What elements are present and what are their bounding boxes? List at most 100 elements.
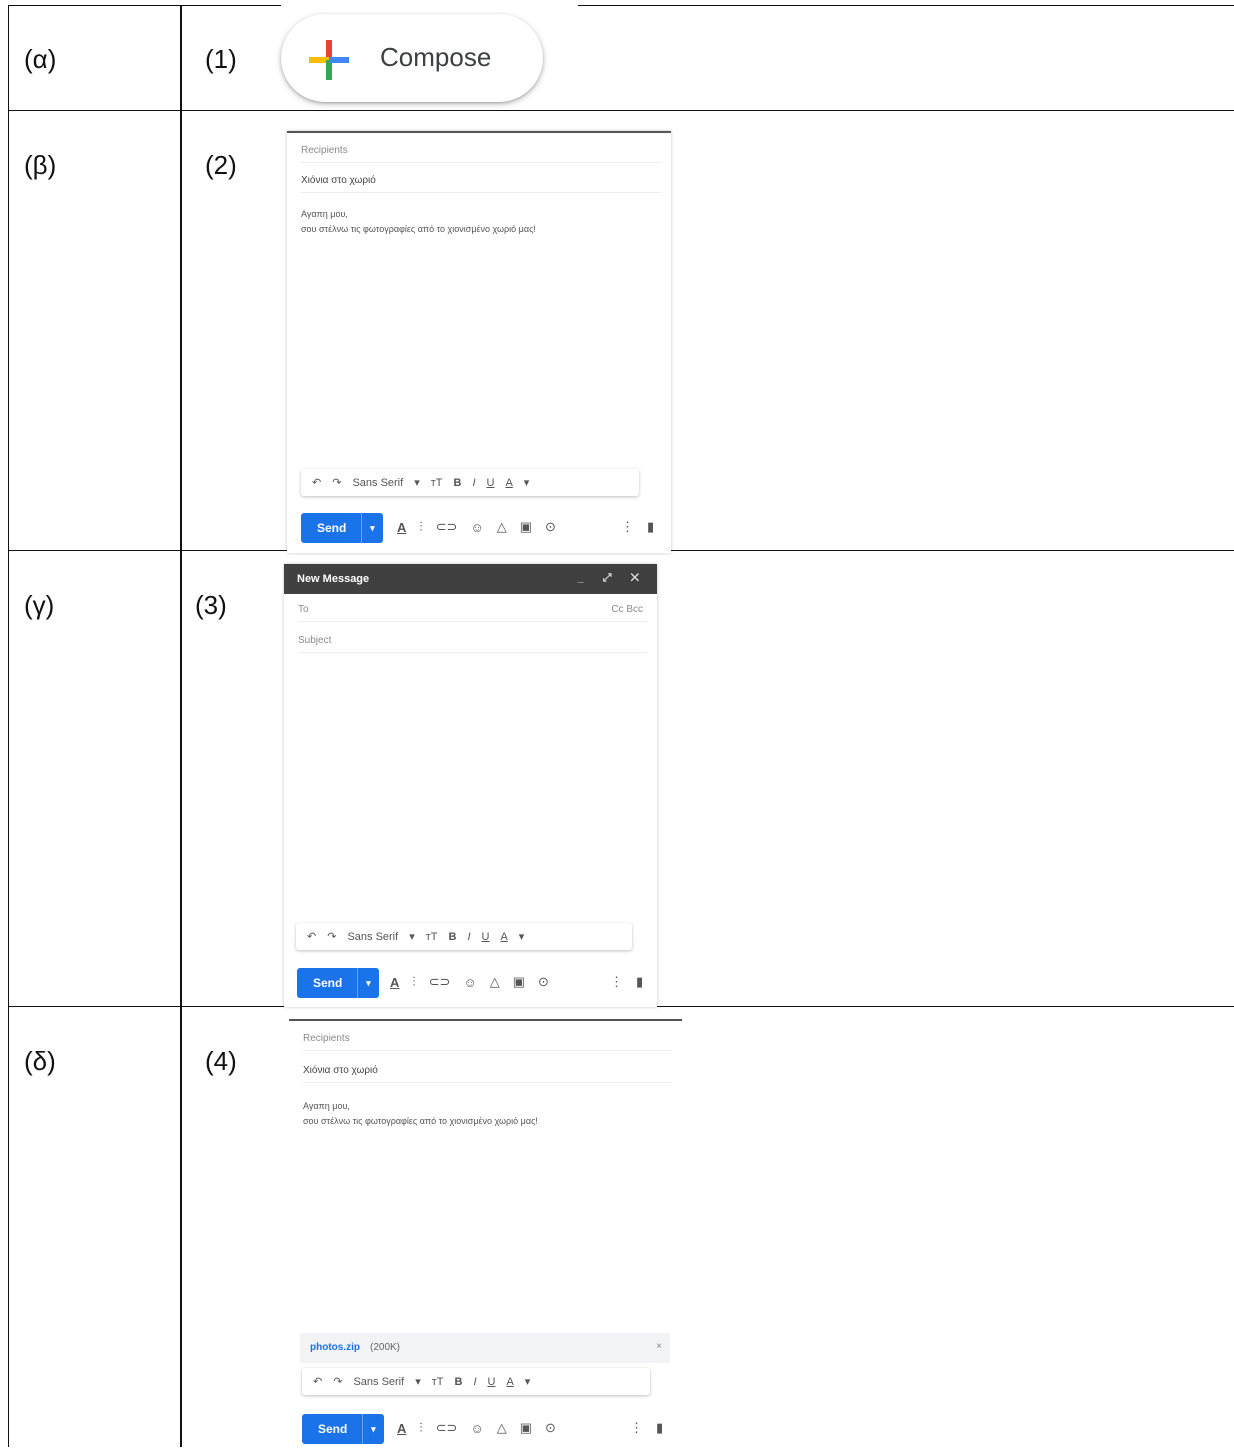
text-color-icon[interactable]: A <box>505 477 512 489</box>
font-select[interactable]: Sans Serif <box>353 1376 404 1388</box>
italic-icon[interactable]: I <box>473 1376 476 1388</box>
body-line: Αγαπη μου, <box>301 209 348 219</box>
font-size-icon[interactable]: ᴛT <box>431 477 443 489</box>
more-formatting-icon[interactable]: ▾ <box>519 930 525 943</box>
to-field[interactable]: To Cc Bcc <box>298 604 647 622</box>
more-options-icon[interactable]: ⋮ <box>630 1420 643 1436</box>
attach-icon[interactable]: ⫶ <box>419 519 422 535</box>
link-icon[interactable]: ⊂⊃ <box>436 1420 458 1436</box>
bold-icon[interactable]: B <box>453 477 461 489</box>
trash-icon[interactable]: ▮ <box>656 1420 663 1436</box>
recipients-field[interactable]: Recipients <box>301 145 661 163</box>
close-icon[interactable]: × <box>656 1341 662 1352</box>
redo-icon[interactable]: ↷ <box>332 476 341 489</box>
trash-icon[interactable]: ▮ <box>647 519 654 535</box>
underline-icon[interactable]: U <box>487 477 495 489</box>
body-line: Αγαπη μου, <box>303 1101 350 1111</box>
bold-icon[interactable]: B <box>448 931 456 943</box>
row-letter: (α) <box>24 44 57 74</box>
window-title: New Message <box>297 573 370 585</box>
column-divider <box>180 5 182 1447</box>
underline-icon[interactable]: U <box>488 1376 496 1388</box>
lock-icon[interactable]: ⊙ <box>538 974 549 990</box>
bold-icon[interactable]: B <box>454 1376 462 1388</box>
link-icon[interactable]: ⊂⊃ <box>429 974 451 990</box>
font-select[interactable]: Sans Serif <box>352 477 403 489</box>
chevron-down-icon[interactable]: ▾ <box>360 513 383 543</box>
underline-icon[interactable]: U <box>482 931 490 943</box>
italic-icon[interactable]: I <box>472 477 475 489</box>
emoji-icon[interactable]: ☺ <box>470 1421 483 1436</box>
undo-icon[interactable]: ↶ <box>312 476 321 489</box>
drive-icon[interactable]: △ <box>490 974 500 990</box>
row-number: (2) <box>205 150 237 180</box>
new-message-window: New Message _ ⤢ ✕ To Cc Bcc Subject ↶ ↷ … <box>284 564 657 1007</box>
table-row <box>8 5 1234 111</box>
more-options-icon[interactable]: ⋮ <box>610 974 623 990</box>
text-color-icon[interactable]: A <box>500 931 507 943</box>
link-icon[interactable]: ⊂⊃ <box>436 519 458 535</box>
send-button[interactable]: Send ▾ <box>297 968 379 998</box>
compose-actions-right: ⋮ ▮ <box>630 1420 676 1436</box>
attach-icon[interactable]: ⫶ <box>412 974 415 990</box>
drive-icon[interactable]: △ <box>497 519 507 535</box>
compose-actions: A ⫶ ⊂⊃ ☺ △ ▣ ⊙ <box>397 519 569 535</box>
lock-icon[interactable]: ⊙ <box>545 519 556 535</box>
window-controls[interactable]: _ ⤢ ✕ <box>578 572 647 585</box>
subject-field[interactable]: Χιόνια στο χωριό <box>301 175 661 193</box>
undo-icon[interactable]: ↶ <box>313 1375 322 1388</box>
font-size-icon[interactable]: ᴛT <box>432 1376 444 1388</box>
row-number: (1) <box>205 44 237 74</box>
photo-icon[interactable]: ▣ <box>520 1420 532 1436</box>
format-icon[interactable]: A <box>397 1421 406 1436</box>
lock-icon[interactable]: ⊙ <box>545 1420 556 1436</box>
chevron-down-icon[interactable]: ▾ <box>414 476 420 489</box>
font-size-icon[interactable]: ᴛT <box>426 931 438 943</box>
window-titlebar: New Message _ ⤢ ✕ <box>284 564 657 594</box>
text-color-icon[interactable]: A <box>506 1376 513 1388</box>
attachment-name[interactable]: photos.zip <box>310 1342 360 1353</box>
font-select[interactable]: Sans Serif <box>347 931 398 943</box>
message-body[interactable]: Αγαπη μου, σου στέλνω τις φωτογραφίες απ… <box>303 1099 538 1129</box>
compose-button[interactable]: Compose <box>281 14 543 102</box>
trash-icon[interactable]: ▮ <box>636 974 643 990</box>
subject-field[interactable]: Subject <box>298 635 647 653</box>
format-icon[interactable]: A <box>397 520 406 535</box>
subject-field[interactable]: Χιόνια στο χωριό <box>303 1065 672 1083</box>
format-icon[interactable]: A <box>390 975 399 990</box>
redo-icon[interactable]: ↷ <box>333 1375 342 1388</box>
formatting-toolbar: ↶ ↷ Sans Serif ▾ ᴛT B I U A ▾ <box>302 1368 650 1395</box>
more-formatting-icon[interactable]: ▾ <box>524 476 530 489</box>
formatting-toolbar: ↶ ↷ Sans Serif ▾ ᴛT B I U A ▾ <box>301 469 639 496</box>
chevron-down-icon[interactable]: ▾ <box>361 1414 384 1444</box>
send-label: Send <box>318 1422 348 1436</box>
recipients-field[interactable]: Recipients <box>303 1033 672 1051</box>
send-label: Send <box>317 521 347 535</box>
drive-icon[interactable]: △ <box>497 1420 507 1436</box>
row-letter: (δ) <box>24 1046 56 1076</box>
italic-icon[interactable]: I <box>467 931 470 943</box>
emoji-icon[interactable]: ☺ <box>463 975 476 990</box>
chevron-down-icon[interactable]: ▾ <box>415 1375 421 1388</box>
chevron-down-icon[interactable]: ▾ <box>409 930 415 943</box>
cc-bcc-link[interactable]: Cc Bcc <box>611 604 643 615</box>
redo-icon[interactable]: ↷ <box>327 930 336 943</box>
photo-icon[interactable]: ▣ <box>520 519 532 535</box>
send-button[interactable]: Send ▾ <box>301 513 383 543</box>
row-number: (4) <box>205 1046 237 1076</box>
plus-icon <box>309 40 349 80</box>
undo-icon[interactable]: ↶ <box>307 930 316 943</box>
compose-actions-right: ⋮ ▮ <box>621 519 667 535</box>
body-line: σου στέλνω τις φωτογραφίες από το χιονισ… <box>301 224 536 234</box>
photo-icon[interactable]: ▣ <box>513 974 525 990</box>
more-options-icon[interactable]: ⋮ <box>621 519 634 535</box>
attachment-chip[interactable]: photos.zip (200K) × <box>300 1333 670 1363</box>
message-body[interactable]: Αγαπη μου, σου στέλνω τις φωτογραφίες απ… <box>301 207 536 237</box>
send-button[interactable]: Send ▾ <box>302 1414 384 1444</box>
row-letter: (β) <box>24 150 57 180</box>
to-label: To <box>298 604 309 615</box>
attach-icon[interactable]: ⫶ <box>419 1420 422 1436</box>
chevron-down-icon[interactable]: ▾ <box>356 968 379 998</box>
emoji-icon[interactable]: ☺ <box>470 520 483 535</box>
more-formatting-icon[interactable]: ▾ <box>525 1375 531 1388</box>
